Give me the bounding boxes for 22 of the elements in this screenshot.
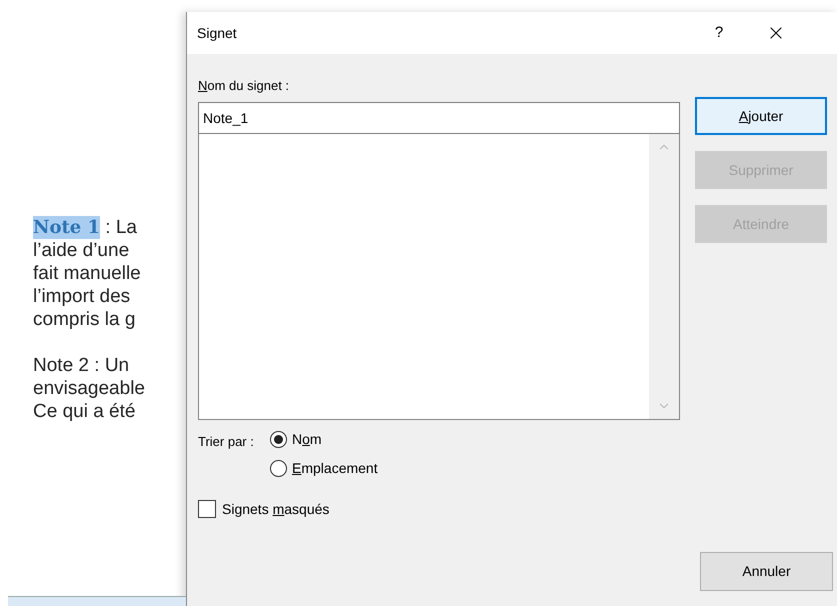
document-text: envisageable (33, 377, 145, 400)
checkbox-label[interactable]: Signets masqués (222, 498, 330, 520)
help-button[interactable]: ? (708, 22, 730, 44)
document-text: Ce qui a été (33, 400, 136, 423)
dialog-button[interactable]: Ajouter (695, 97, 827, 135)
document-text: fait manuelle (33, 262, 141, 285)
highlighted-heading: Note 1 (33, 216, 100, 239)
field-label: Nom du signet : (198, 77, 290, 95)
radio-button[interactable] (270, 430, 287, 448)
sort-label: Trier par : (198, 432, 255, 451)
checkbox[interactable] (198, 500, 216, 518)
document-text: Note 2 : Un (33, 354, 130, 377)
cancel-button[interactable]: Annuler (700, 552, 833, 591)
document-text: : La (104, 216, 138, 239)
document-text: compris la g (33, 308, 136, 331)
window-title: Signet (197, 24, 238, 43)
bookmark-name-field[interactable]: Note_1 (198, 102, 680, 134)
radio-label[interactable]: Emplacement (292, 458, 378, 478)
radio-label[interactable]: Nom (292, 428, 322, 450)
document-text: l’import des (33, 285, 130, 308)
document-text: l’aide d’une (33, 239, 130, 262)
radio-button[interactable] (270, 460, 287, 476)
